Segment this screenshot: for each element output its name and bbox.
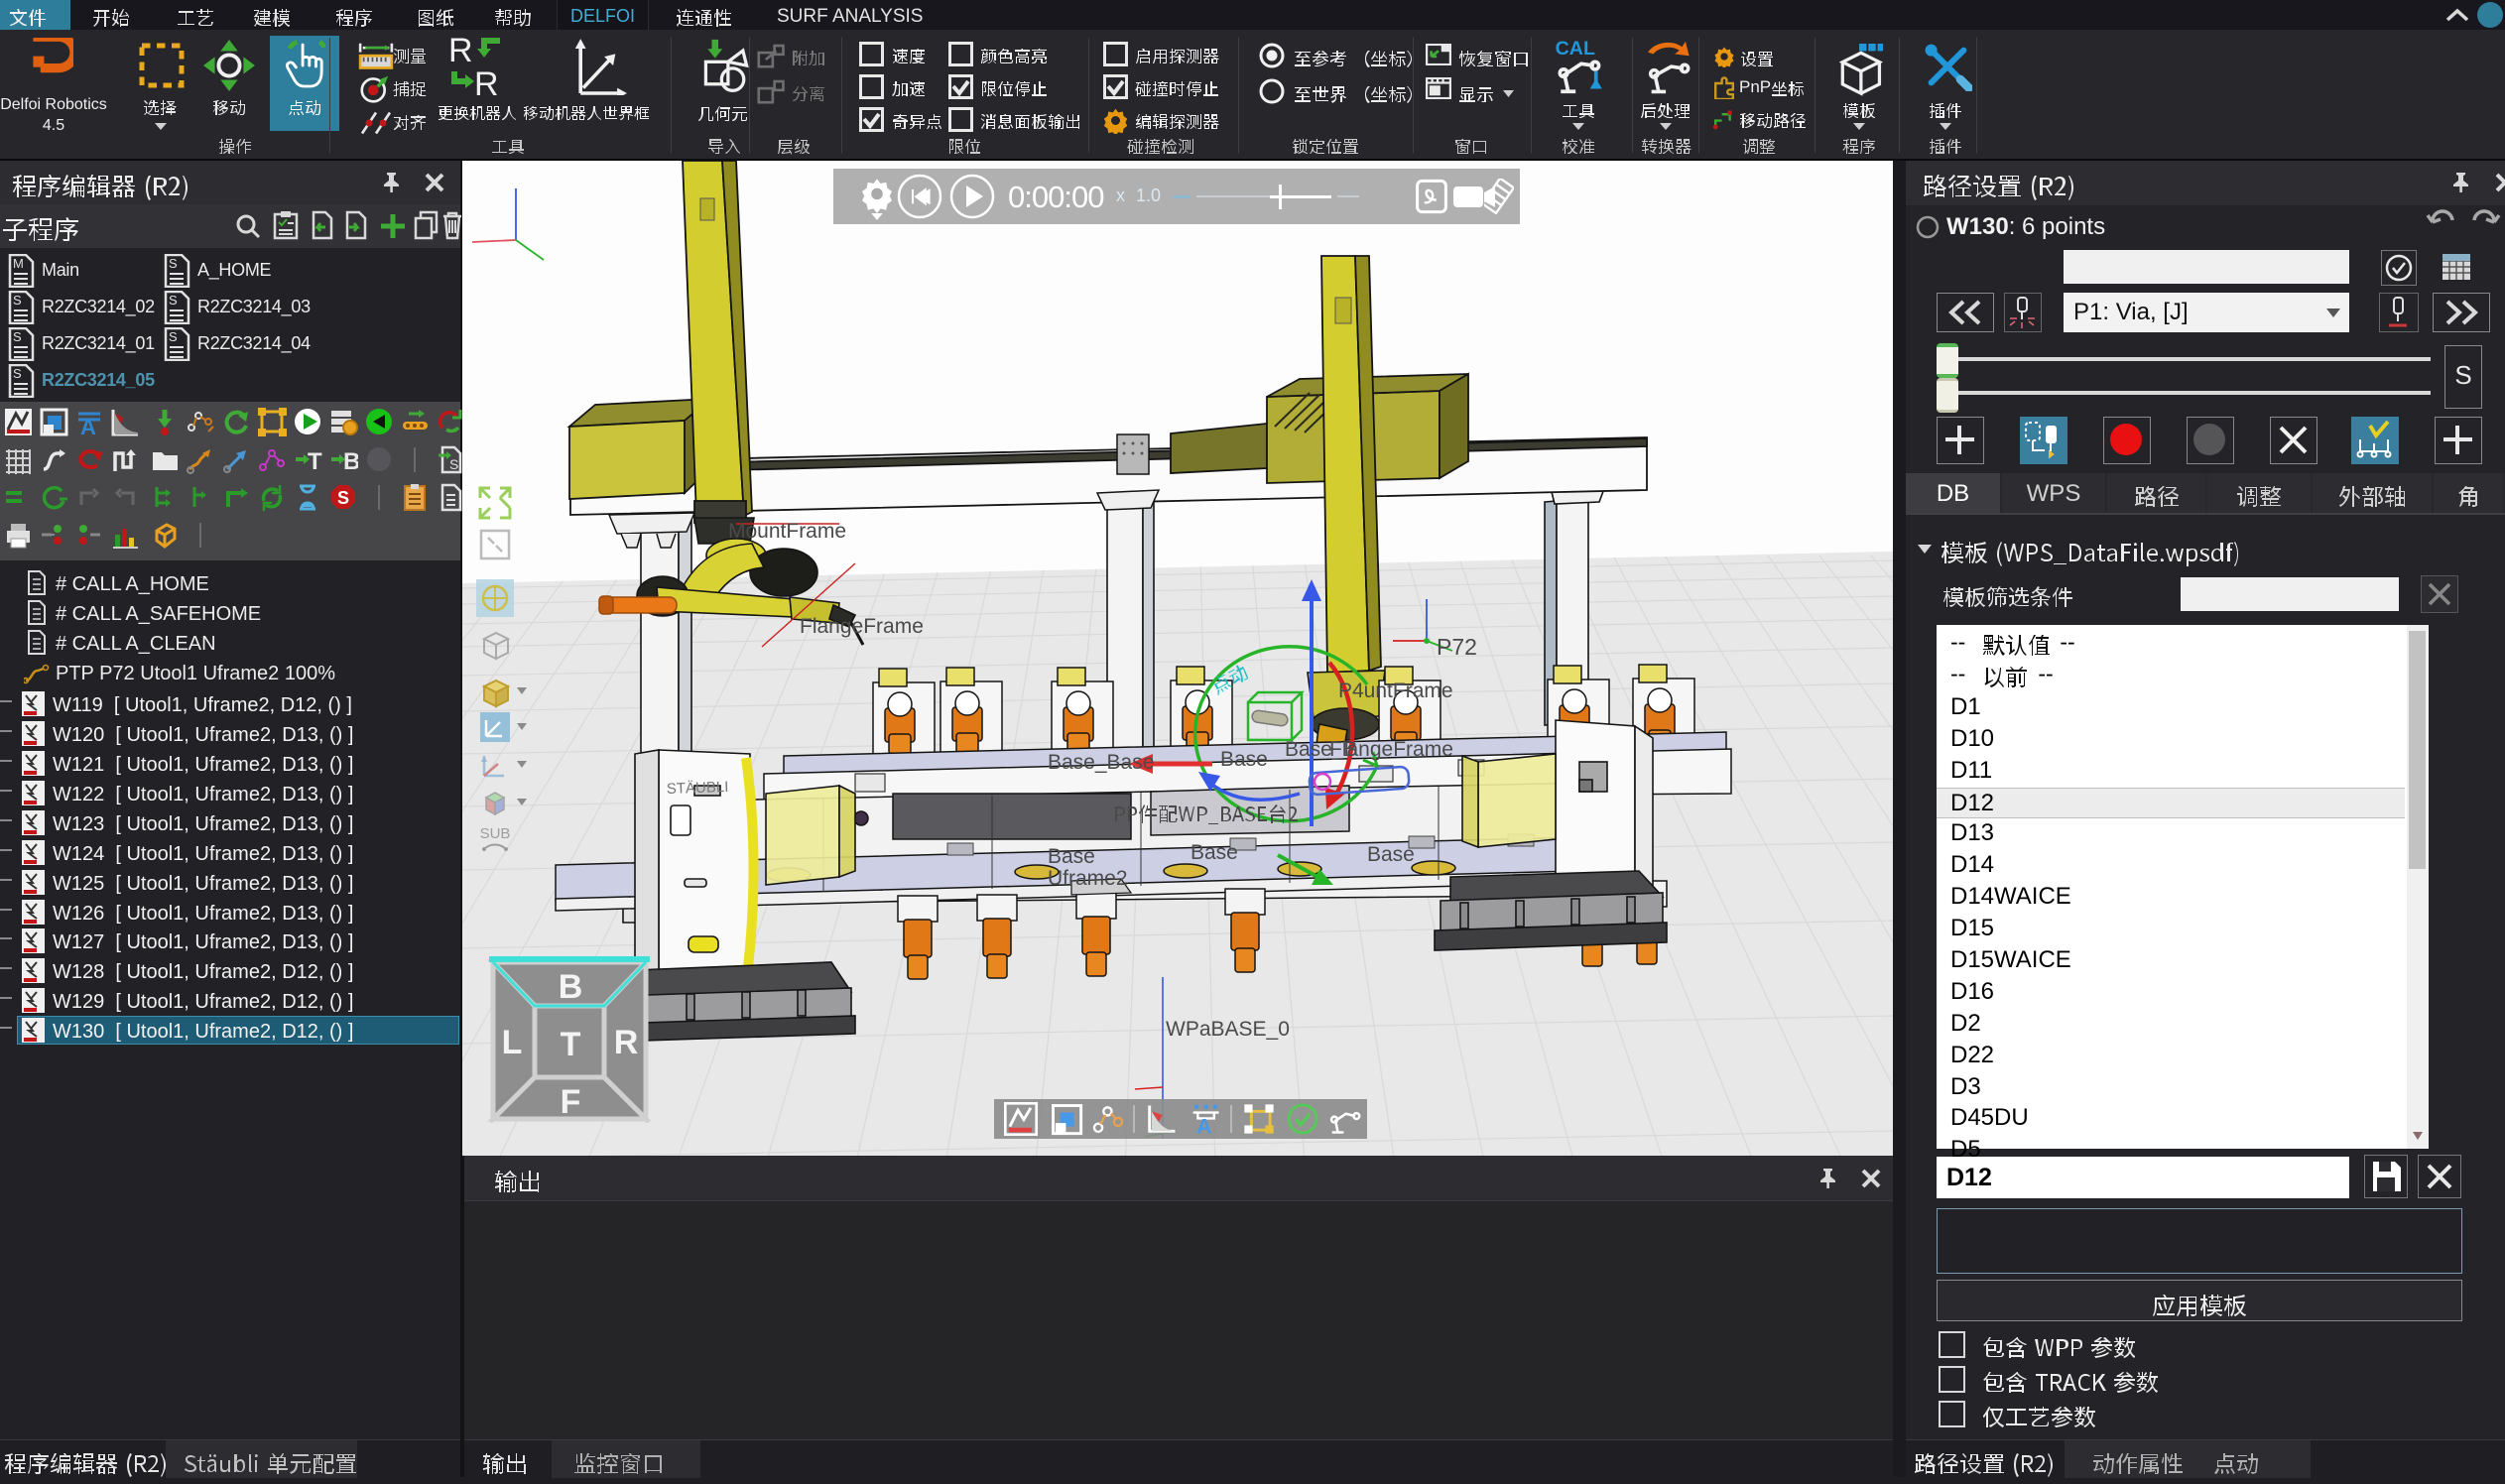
svg-text:R: R — [448, 34, 473, 69]
svg-text:S: S — [169, 329, 178, 344]
svg-text:Base: Base — [1048, 845, 1095, 868]
svg-text:Base: Base — [1367, 843, 1415, 866]
svg-text:MountFrame: MountFrame — [728, 520, 846, 543]
svg-text:R: R — [614, 1024, 639, 1061]
svg-text:A: A — [1196, 1116, 1211, 1136]
svg-text:P4untFrame: P4untFrame — [1338, 680, 1453, 702]
svg-text:P72: P72 — [1437, 634, 1477, 660]
svg-text:B: B — [559, 968, 583, 1006]
svg-text:S: S — [13, 366, 22, 381]
svg-text:WPaBASE_0: WPaBASE_0 — [1166, 1018, 1290, 1041]
svg-text:Base: Base — [1220, 748, 1268, 771]
svg-text:S: S — [13, 293, 22, 308]
svg-text:Uframe2: Uframe2 — [1048, 867, 1128, 890]
svg-text:S: S — [449, 456, 458, 472]
svg-text:M: M — [13, 256, 24, 271]
svg-text:S: S — [13, 329, 22, 344]
svg-text:L: L — [502, 1024, 523, 1061]
svg-text:STÄUBLI: STÄUBLI — [667, 779, 729, 798]
svg-text:Base: Base — [1190, 841, 1238, 864]
svg-text:A: A — [80, 415, 96, 436]
svg-text:S: S — [169, 256, 178, 271]
svg-text:S: S — [337, 488, 349, 508]
svg-text:B: B — [343, 448, 358, 474]
svg-text:CAL: CAL — [1556, 40, 1595, 60]
svg-text:R: R — [474, 65, 499, 97]
svg-text:FlangeFrame: FlangeFrame — [1329, 738, 1453, 761]
svg-text:S: S — [169, 293, 178, 308]
svg-text:T: T — [561, 1026, 581, 1063]
svg-text:FlangeFrame: FlangeFrame — [800, 615, 924, 638]
svg-text:T: T — [308, 448, 322, 474]
svg-text:F: F — [561, 1083, 581, 1121]
svg-text:Base_Base: Base_Base — [1048, 751, 1154, 774]
